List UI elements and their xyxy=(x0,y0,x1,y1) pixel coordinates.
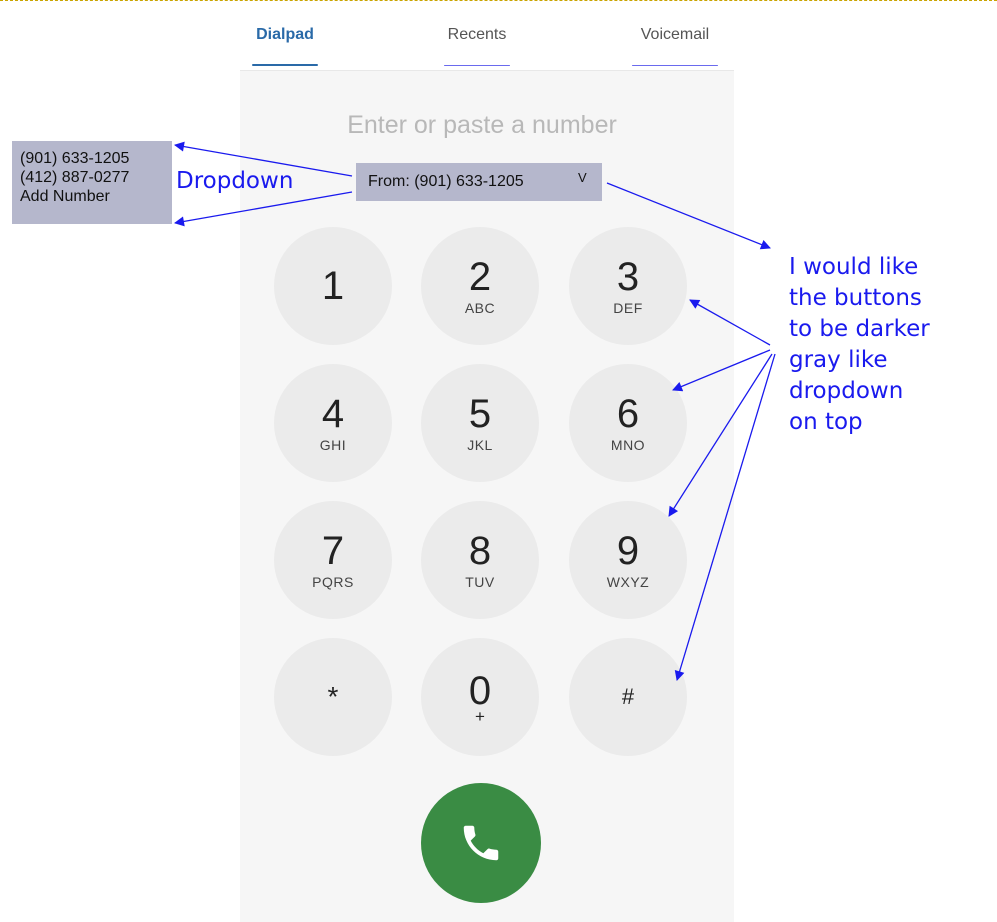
key-4[interactable]: 4 GHI xyxy=(274,364,392,482)
key-digit: # xyxy=(621,684,635,709)
key-star[interactable]: * xyxy=(274,638,392,756)
key-letters: WXYZ xyxy=(606,574,650,590)
tab-dialpad[interactable]: Dialpad xyxy=(252,26,318,66)
tab-voicemail-underline xyxy=(632,64,718,66)
tab-recents-underline xyxy=(444,64,510,66)
annotation-note-line: dropdown xyxy=(789,378,904,404)
key-6[interactable]: 6 MNO xyxy=(569,364,687,482)
key-digit: 0 xyxy=(468,669,492,713)
key-digit: 2 xyxy=(468,255,492,299)
key-digit: * xyxy=(327,681,339,712)
phone-icon xyxy=(463,825,499,861)
annotation-dropdown-label: Dropdown xyxy=(176,168,294,194)
phone-number-input[interactable] xyxy=(300,104,664,146)
dropdown-option-number-2[interactable]: (412) 887-0277 xyxy=(20,168,172,187)
annotation-note-line: the buttons xyxy=(789,285,922,311)
annotation-note-line: on top xyxy=(789,409,863,435)
key-hash[interactable]: # xyxy=(569,638,687,756)
top-dashed-border xyxy=(0,0,997,1)
key-digit: 6 xyxy=(616,392,640,436)
annotation-note-line: to be darker xyxy=(789,316,930,342)
key-digit: 7 xyxy=(321,529,345,573)
tab-voicemail[interactable]: Voicemail xyxy=(632,26,718,66)
key-letters: TUV xyxy=(465,574,495,590)
key-5[interactable]: 5 JKL xyxy=(421,364,539,482)
key-0[interactable]: 0 + xyxy=(421,638,539,756)
tab-recents[interactable]: Recents xyxy=(444,26,510,66)
key-digit: 1 xyxy=(321,264,345,308)
annotation-note-line: I would like xyxy=(789,254,919,280)
key-letters: MNO xyxy=(610,437,646,453)
annotation-note: I would like the buttons to be darker gr… xyxy=(789,252,930,438)
key-digit: 5 xyxy=(468,392,492,436)
tab-active-indicator xyxy=(252,64,318,66)
key-1[interactable]: 1 xyxy=(274,227,392,345)
dropdown-options-mockup: (901) 633-1205 (412) 887-0277 Add Number xyxy=(12,141,172,224)
annotation-note-line: gray like xyxy=(789,347,888,373)
tab-recents-label: Recents xyxy=(447,26,507,43)
key-letters: ABC xyxy=(464,300,496,316)
tab-voicemail-label: Voicemail xyxy=(640,26,710,43)
dropdown-option-add-number[interactable]: Add Number xyxy=(20,187,172,206)
key-letters: JKL xyxy=(467,437,493,453)
key-digit: 4 xyxy=(321,392,345,436)
tab-dialpad-label: Dialpad xyxy=(256,26,314,43)
key-9[interactable]: 9 WXYZ xyxy=(569,501,687,619)
from-number-dropdown[interactable]: From: (901) 633-1205 V xyxy=(356,163,602,201)
key-7[interactable]: 7 PQRS xyxy=(274,501,392,619)
dropdown-option-number-1[interactable]: (901) 633-1205 xyxy=(20,149,172,168)
key-letters: PQRS xyxy=(312,574,354,590)
key-digit: 3 xyxy=(616,255,640,299)
from-number-label: From: (901) 633-1205 xyxy=(368,173,524,190)
key-8[interactable]: 8 TUV xyxy=(421,501,539,619)
key-2[interactable]: 2 ABC xyxy=(421,227,539,345)
key-3[interactable]: 3 DEF xyxy=(569,227,687,345)
key-letters: DEF xyxy=(613,300,643,316)
key-digit: 9 xyxy=(616,529,640,573)
key-letters: + xyxy=(475,707,485,726)
call-button[interactable] xyxy=(421,783,541,903)
chevron-down-icon: V xyxy=(578,170,587,185)
key-digit: 8 xyxy=(468,529,492,573)
key-letters: GHI xyxy=(319,437,347,453)
